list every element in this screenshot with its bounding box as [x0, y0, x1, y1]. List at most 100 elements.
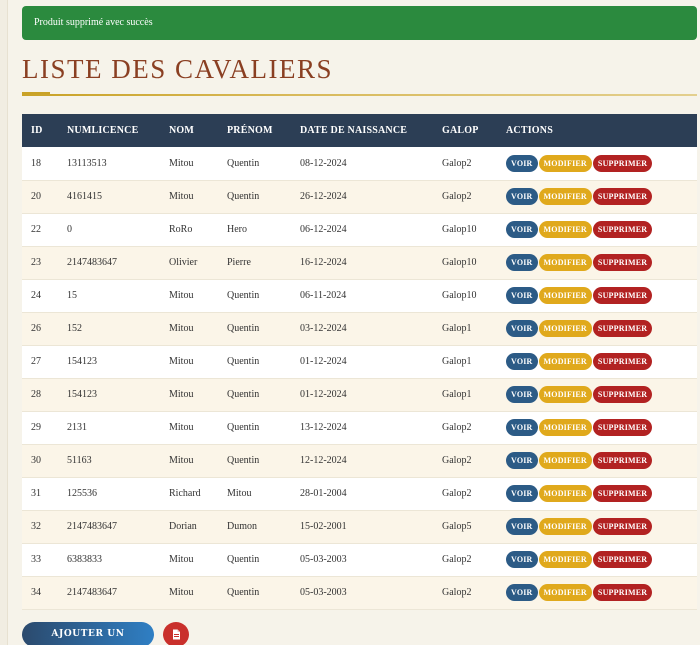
pdf-export-button[interactable] [163, 621, 189, 645]
header-date-naissance: DATE DE NAISSANCE [300, 125, 408, 136]
view-button[interactable]: VOIR [506, 287, 538, 304]
cell-id: 22 [31, 224, 41, 235]
cell-galop: Galop1 [442, 389, 472, 400]
cell-galop: Galop2 [442, 157, 472, 169]
header-galop: GALOP [442, 125, 479, 136]
cell-nom: Mitou [169, 422, 194, 433]
cell-numlicence: 13113513 [67, 157, 107, 169]
cell-nom: Mitou [169, 356, 194, 367]
delete-button[interactable]: SUPPRIMER [592, 287, 653, 304]
page-content: Produit supprimé avec succès LISTE DES C… [22, 6, 697, 645]
cell-nom: Mitou [169, 554, 194, 565]
view-button[interactable]: VOIR [506, 584, 538, 601]
cell-nom: Richard [169, 488, 201, 499]
view-button[interactable]: VOIR [506, 154, 538, 172]
header-nom: NOM [169, 125, 195, 136]
cell-actions: VOIR MODIFIER SUPPRIMER [497, 543, 697, 576]
delete-button[interactable]: SUPPRIMER [592, 221, 653, 238]
table-row: 22 0 RoRo Hero 06-12-2024 Galop10 VOIR MODIFIER… [22, 213, 697, 246]
view-button[interactable]: VOIR [506, 353, 538, 370]
edit-button[interactable]: MODIFIER [538, 386, 592, 403]
cell-actions: VOIR MODIFIER SUPPRIMER [497, 411, 697, 444]
edit-button[interactable]: MODIFIER [538, 353, 592, 370]
cell-id: 31 [31, 488, 41, 499]
delete-button[interactable]: SUPPRIMER [592, 154, 653, 172]
delete-button[interactable]: SUPPRIMER [592, 320, 653, 337]
cell-galop: Galop2 [442, 455, 472, 466]
delete-button[interactable]: SUPPRIMER [592, 419, 653, 436]
cell-galop: Galop2 [442, 488, 472, 499]
delete-button[interactable]: SUPPRIMER [592, 188, 653, 205]
view-button[interactable]: VOIR [506, 419, 538, 436]
view-button[interactable]: VOIR [506, 551, 538, 568]
cell-galop: Galop2 [442, 422, 472, 433]
delete-button[interactable]: SUPPRIMER [592, 518, 653, 535]
edit-button[interactable]: MODIFIER [538, 154, 592, 172]
cell-numlicence: 4161415 [67, 191, 102, 202]
view-button[interactable]: VOIR [506, 221, 538, 238]
cell-prenom: Quentin [227, 356, 260, 367]
table-row: 29 2131 Mitou Quentin 13-12-2024 Galop2 VOIR MO… [22, 411, 697, 444]
table-row: 33 6383833 Mitou Quentin 05-03-2003 Galop2 VOI… [22, 543, 697, 576]
edit-button[interactable]: MODIFIER [538, 584, 592, 601]
cell-prenom: Mitou [227, 488, 252, 499]
edit-button[interactable]: MODIFIER [538, 221, 592, 238]
cell-galop: Galop1 [442, 356, 472, 367]
view-button[interactable]: VOIR [506, 485, 538, 502]
delete-button[interactable]: SUPPRIMER [592, 551, 653, 568]
cell-nom: Mitou [169, 191, 194, 202]
view-button[interactable]: VOIR [506, 452, 538, 469]
edit-button[interactable]: MODIFIER [538, 254, 592, 271]
success-alert: Produit supprimé avec succès [22, 6, 697, 40]
table-footer: AJOUTER UN CAVALIER [22, 621, 697, 645]
view-button[interactable]: VOIR [506, 386, 538, 403]
cell-actions: VOIR MODIFIER SUPPRIMER [497, 213, 697, 246]
header-id: ID [31, 125, 43, 136]
cell-nom: Mitou [169, 587, 194, 598]
edit-button[interactable]: MODIFIER [538, 518, 592, 535]
edit-button[interactable]: MODIFIER [538, 551, 592, 568]
cell-actions: VOIR MODIFIER SUPPRIMER [497, 477, 697, 510]
cell-id: 27 [31, 356, 41, 367]
delete-button[interactable]: SUPPRIMER [592, 485, 653, 502]
edit-button[interactable]: MODIFIER [538, 419, 592, 436]
cell-date-naissance: 16-12-2024 [300, 257, 347, 268]
cell-galop: Galop5 [442, 521, 472, 532]
pdf-file-icon [172, 629, 180, 639]
add-cavalier-button[interactable]: AJOUTER UN CAVALIER [22, 621, 154, 645]
view-button[interactable]: VOIR [506, 254, 538, 271]
cell-numlicence: 2147483647 [67, 257, 117, 268]
delete-button[interactable]: SUPPRIMER [592, 254, 653, 271]
view-button[interactable]: VOIR [506, 188, 538, 205]
view-button[interactable]: VOIR [506, 320, 538, 337]
cell-nom: Mitou [169, 455, 194, 466]
table-row: 30 51163 Mitou Quentin 12-12-2024 Galop2 VOIR M… [22, 444, 697, 477]
cell-date-naissance: 26-12-2024 [300, 191, 347, 202]
cell-galop: Galop10 [442, 290, 477, 301]
cell-galop: Galop2 [442, 191, 472, 202]
delete-button[interactable]: SUPPRIMER [592, 353, 653, 370]
cell-actions: VOIR MODIFIER SUPPRIMER [497, 246, 697, 279]
table-row: 31 125536 Richard Mitou 28-01-2004 Galop2 VOIR… [22, 477, 697, 510]
cell-nom: Mitou [169, 290, 194, 301]
cell-numlicence: 154123 [67, 356, 97, 367]
delete-button[interactable]: SUPPRIMER [592, 386, 653, 403]
edit-button[interactable]: MODIFIER [538, 320, 592, 337]
cell-date-naissance: 03-12-2024 [300, 323, 347, 334]
cell-date-naissance: 01-12-2024 [300, 389, 347, 400]
cell-nom: Olivier [169, 257, 198, 268]
edit-button[interactable]: MODIFIER [538, 485, 592, 502]
edit-button[interactable]: MODIFIER [538, 287, 592, 304]
delete-button[interactable]: SUPPRIMER [592, 452, 653, 469]
cell-date-naissance: 12-12-2024 [300, 455, 347, 466]
alert-message: Produit supprimé avec succès [34, 17, 153, 28]
cell-id: 33 [31, 554, 41, 565]
view-button[interactable]: VOIR [506, 518, 538, 535]
cell-date-naissance: 05-03-2003 [300, 554, 347, 565]
cell-date-naissance: 05-03-2003 [300, 587, 347, 598]
edit-button[interactable]: MODIFIER [538, 188, 592, 205]
title-underline [22, 92, 697, 96]
delete-button[interactable]: SUPPRIMER [592, 584, 653, 601]
cell-id: 20 [31, 191, 41, 202]
edit-button[interactable]: MODIFIER [538, 452, 592, 469]
